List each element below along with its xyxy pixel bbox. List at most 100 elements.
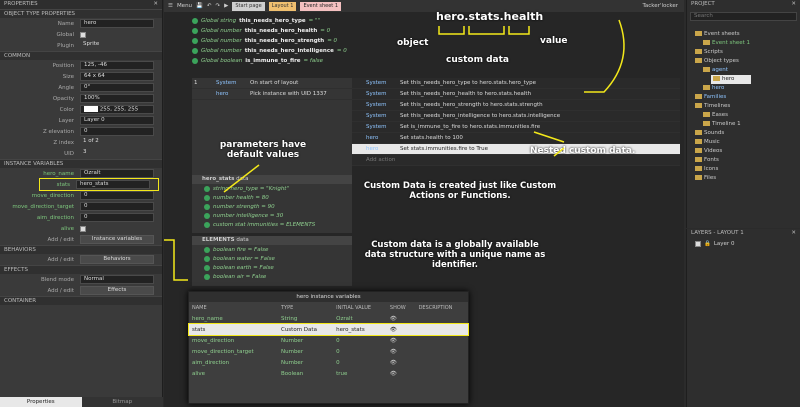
instance-variables-button[interactable]: Instance variables <box>80 235 154 244</box>
tab-bitmap[interactable]: Bitmap <box>81 397 163 407</box>
bracket-custom <box>468 26 505 35</box>
eye-icon[interactable]: 👁 <box>386 324 416 335</box>
search-input[interactable]: Search <box>690 12 797 21</box>
close-icon[interactable]: ✕ <box>791 230 796 237</box>
z-index-value: 1 of 2 <box>83 138 99 144</box>
tree-item[interactable]: Scripts <box>687 48 800 57</box>
stats-select[interactable]: hero_stats <box>76 180 150 189</box>
tree-item-label: hero <box>712 85 725 91</box>
eye-icon[interactable]: 👁 <box>387 313 416 324</box>
tree-item[interactable]: hero <box>711 75 751 84</box>
cell: Boolean <box>280 370 304 377</box>
tree-item-label: Families <box>704 94 727 100</box>
eye-icon[interactable]: 👁 <box>387 368 416 379</box>
cell: true <box>336 370 348 377</box>
tree-item[interactable]: Object types <box>687 57 800 66</box>
tree-item[interactable]: Timelines <box>687 102 800 111</box>
folder-icon <box>695 130 702 135</box>
tree-item-label: Music <box>704 139 720 145</box>
cell: String <box>280 315 298 322</box>
alive-checkbox[interactable] <box>80 225 86 232</box>
move-direction-field[interactable]: 0 <box>80 191 154 200</box>
bracket-object <box>438 26 465 35</box>
table-row[interactable]: move_direction_target Number 0 👁 <box>189 346 468 357</box>
bracket-value <box>508 26 530 35</box>
tree-item-label: Videos <box>704 148 723 154</box>
label: Global <box>56 31 74 38</box>
section-behaviors[interactable]: BEHAVIORS <box>0 245 162 254</box>
label: UID <box>64 150 74 157</box>
tree-item[interactable]: hero <box>687 84 800 93</box>
tree-item[interactable]: agent <box>687 66 800 75</box>
tab-properties[interactable]: Properties <box>0 397 82 407</box>
label: aim_direction <box>36 214 74 221</box>
close-icon[interactable]: ✕ <box>791 1 796 8</box>
label: hero_name <box>43 170 74 177</box>
global-checkbox[interactable] <box>80 31 86 38</box>
tree-item-label: Timelines <box>704 103 731 109</box>
section-instance-variables[interactable]: INSTANCE VARIABLES <box>0 159 162 168</box>
cell <box>416 313 468 324</box>
project-panel: PROJECT ✕ Search Event sheets Event sheet … <box>686 0 800 228</box>
cell: Custom Data <box>277 324 334 335</box>
blend-mode-select[interactable]: Normal <box>80 275 154 284</box>
eye-icon[interactable]: 👁 <box>387 335 416 346</box>
size-field[interactable]: 64 x 64 <box>80 72 154 81</box>
color-field[interactable]: 255, 255, 255 <box>80 105 154 114</box>
tree-item[interactable]: Icons <box>687 165 800 174</box>
tree-item[interactable]: Fonts <box>687 156 800 165</box>
cell: Ozralt <box>336 315 353 322</box>
eye-icon[interactable]: 👁 <box>387 346 416 357</box>
cell <box>416 357 468 368</box>
tree-item[interactable]: Videos <box>687 147 800 156</box>
section-container[interactable]: CONTAINER <box>0 296 162 305</box>
layer-select[interactable]: Layer 0 <box>80 116 154 125</box>
table-row[interactable]: stats Custom Data hero_stats 👁 <box>188 323 469 336</box>
section-common[interactable]: COMMON <box>0 51 162 60</box>
aim-direction-field[interactable]: 0 <box>80 213 154 222</box>
label: Add / edit <box>47 256 74 263</box>
layer-row[interactable]: 🔒 Layer 0 <box>687 238 800 250</box>
label: Layer <box>58 117 74 124</box>
tree-item-label: agent <box>712 67 728 73</box>
label: Add / edit <box>47 287 74 294</box>
cell: 0 <box>336 359 340 366</box>
tree-item[interactable]: Timeline 1 <box>687 120 800 129</box>
label: Position <box>52 62 74 69</box>
z-elevation-field[interactable]: 0 <box>80 127 154 136</box>
col-header: NAME <box>192 304 207 311</box>
section-effects[interactable]: EFFECTS <box>0 265 162 274</box>
layer-visible-checkbox[interactable] <box>695 241 701 247</box>
tree-item[interactable]: Event sheet 1 <box>687 39 800 48</box>
effects-button[interactable]: Effects <box>80 286 154 295</box>
table-row[interactable]: alive Boolean true 👁 <box>189 368 468 379</box>
folder-icon <box>695 58 702 63</box>
tree-item[interactable]: Sounds <box>687 129 800 138</box>
cell: Number <box>280 337 304 344</box>
tree-item[interactable]: Music <box>687 138 800 147</box>
tree-item[interactable]: Files <box>687 174 800 183</box>
opacity-field[interactable]: 100% <box>80 94 154 103</box>
eye-icon[interactable]: 👁 <box>387 357 416 368</box>
tree-item[interactable]: Eases <box>687 111 800 120</box>
name-field[interactable]: hero <box>80 19 154 28</box>
table-row[interactable]: aim_direction Number 0 👁 <box>189 357 468 368</box>
angle-field[interactable]: 0° <box>80 83 154 92</box>
label: Angle <box>58 84 74 91</box>
tree-item[interactable]: Families <box>687 93 800 102</box>
arrow-stats <box>164 239 188 281</box>
tree-item-label: Files <box>704 175 717 181</box>
hero-name-field[interactable]: Ozralt <box>80 169 154 178</box>
close-icon[interactable]: ✕ <box>153 1 158 8</box>
tree-item-label: Sounds <box>704 130 725 136</box>
table-row[interactable]: move_direction Number 0 👁 <box>189 335 468 346</box>
position-field[interactable]: 125, -46 <box>80 61 154 70</box>
lock-icon[interactable]: 🔒 <box>704 241 711 247</box>
section-object-type[interactable]: OBJECT TYPE PROPERTIES <box>0 9 162 18</box>
properties-panel: PROPERTIES ✕ OBJECT TYPE PROPERTIES Name h… <box>0 0 163 407</box>
folder-icon <box>695 139 702 144</box>
behaviors-button[interactable]: Behaviors <box>80 255 154 264</box>
move-target-field[interactable]: 0 <box>80 202 154 211</box>
table-row[interactable]: hero_name String Ozralt 👁 <box>189 313 468 324</box>
tree-item[interactable]: Event sheets <box>687 30 800 39</box>
